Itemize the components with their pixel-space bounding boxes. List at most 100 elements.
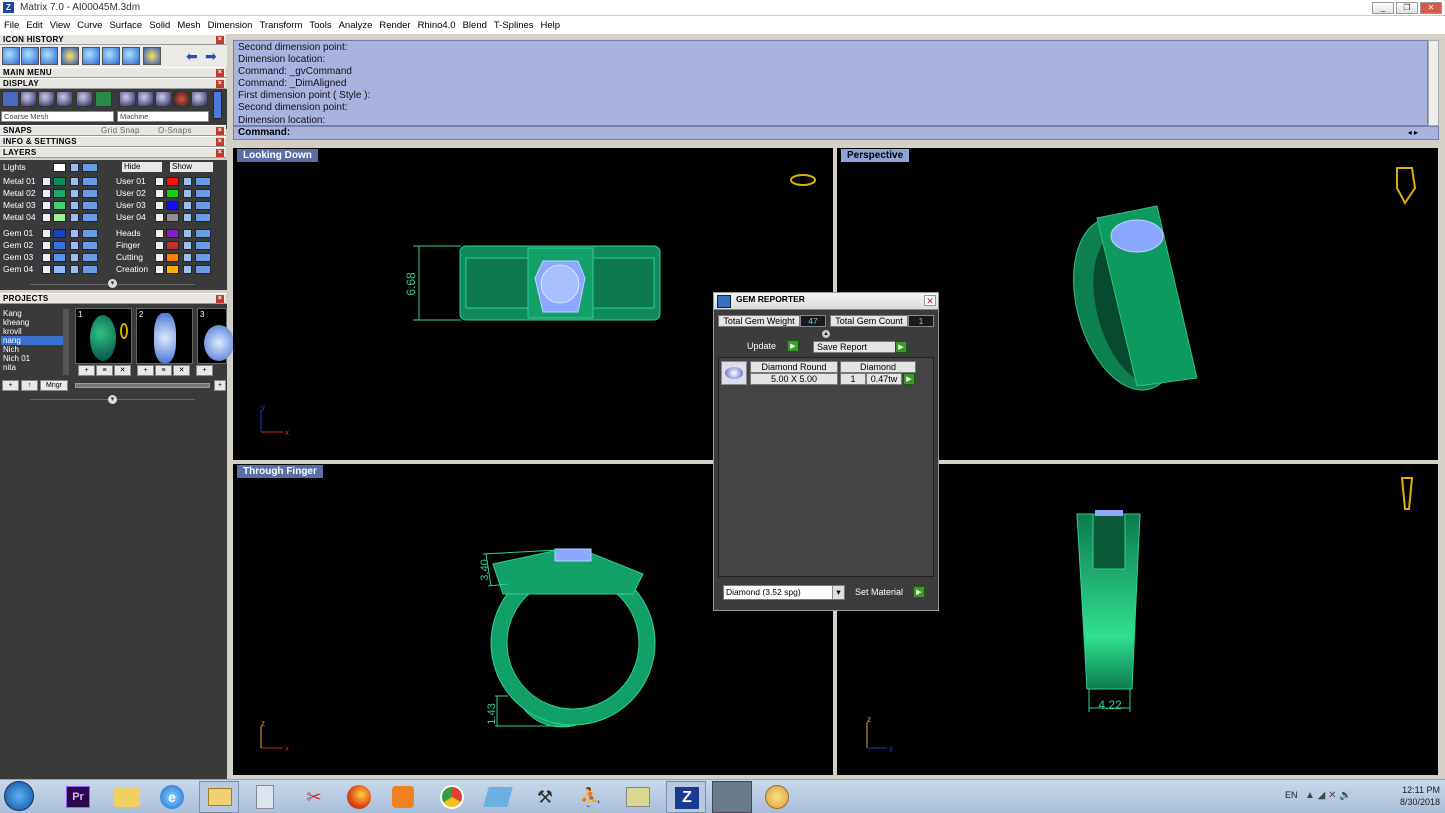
menu-analyze[interactable]: Analyze xyxy=(339,20,373,31)
left-layer-row[interactable]: Gem 04 xyxy=(0,264,112,275)
menu-tsplines[interactable]: T-Splines xyxy=(494,20,534,31)
menu-edit[interactable]: Edit xyxy=(26,20,42,31)
explorer-folder-icon[interactable] xyxy=(114,787,140,807)
left-layer-row[interactable]: Gem 02 xyxy=(0,240,112,251)
start-orb[interactable] xyxy=(4,781,34,811)
project-list-item[interactable]: Nich xyxy=(1,345,67,354)
menu-blend[interactable]: Blend xyxy=(463,20,487,31)
display-header[interactable]: DISPLAY × xyxy=(0,78,226,89)
visibility-icon[interactable] xyxy=(195,229,211,238)
layer-color-swatch[interactable] xyxy=(53,265,66,274)
thumb-add-button[interactable]: + xyxy=(78,365,95,376)
grid-snap-toggle[interactable]: Grid Snap xyxy=(101,126,140,136)
lock-icon[interactable] xyxy=(183,265,192,274)
lock-icon[interactable] xyxy=(70,189,79,198)
chevron-right-icon[interactable] xyxy=(42,201,51,210)
thumb-scrollbar[interactable] xyxy=(75,383,210,388)
left-layer-row[interactable]: Gem 01 xyxy=(0,228,112,239)
command-input[interactable]: Command: ◂ ▸ xyxy=(233,126,1439,140)
chevron-right-icon[interactable] xyxy=(42,265,51,274)
visibility-icon[interactable] xyxy=(195,241,211,250)
menu-view[interactable]: View xyxy=(50,20,70,31)
lock-icon[interactable] xyxy=(70,241,79,250)
tool-icon[interactable]: ⚒ xyxy=(533,785,557,809)
tool-icon-1[interactable] xyxy=(2,47,20,65)
language-indicator[interactable]: EN xyxy=(1285,790,1298,800)
icon-history-header[interactable]: ICON HISTORY × xyxy=(0,34,226,45)
menu-solid[interactable]: Solid xyxy=(149,20,170,31)
chevron-right-icon[interactable] xyxy=(42,229,51,238)
project-list-item[interactable]: nita xyxy=(1,363,67,372)
sphere-icon[interactable] xyxy=(56,91,73,107)
close-icon[interactable]: × xyxy=(216,69,224,77)
menu-render[interactable]: Render xyxy=(379,20,410,31)
visibility-icon[interactable] xyxy=(195,177,211,186)
gem-reporter-titlebar[interactable]: GEM REPORTER ✕ xyxy=(714,293,938,310)
left-layer-row[interactable]: Gem 03 xyxy=(0,252,112,263)
close-icon[interactable]: × xyxy=(216,295,224,303)
lock-icon[interactable] xyxy=(183,177,192,186)
visibility-icon[interactable] xyxy=(82,241,98,250)
layer-color-swatch[interactable] xyxy=(53,189,66,198)
material-sphere-4-icon[interactable] xyxy=(173,91,190,107)
layer-color-swatch[interactable] xyxy=(166,177,179,186)
calculator-icon[interactable] xyxy=(256,785,274,809)
chevron-right-icon[interactable] xyxy=(155,241,164,250)
thumb-delete-button[interactable]: ✕ xyxy=(173,365,190,376)
chevron-right-icon[interactable] xyxy=(155,189,164,198)
thumb-info-button[interactable]: ≡ xyxy=(155,365,172,376)
right-layer-row[interactable]: User 04 xyxy=(113,212,225,223)
projects-scrollbar[interactable] xyxy=(63,309,69,375)
chevron-right-icon[interactable] xyxy=(155,253,164,262)
tool-icon-3[interactable] xyxy=(40,47,58,65)
premiere-icon[interactable]: Pr xyxy=(66,786,90,808)
visibility-icon[interactable] xyxy=(195,201,211,210)
left-layer-row[interactable]: Metal 02 xyxy=(0,188,112,199)
lock-icon[interactable] xyxy=(183,229,192,238)
firefox-icon[interactable] xyxy=(347,785,371,809)
set-material-button[interactable]: Set Material ▶ xyxy=(852,586,925,599)
layer-color-swatch[interactable] xyxy=(166,189,179,198)
project-list-item[interactable]: Nich 01 xyxy=(1,354,67,363)
lock-icon[interactable] xyxy=(70,163,79,172)
chevron-right-icon[interactable] xyxy=(42,253,51,262)
menu-help[interactable]: Help xyxy=(541,20,561,31)
file-manager-icon[interactable] xyxy=(199,781,239,813)
right-layer-row[interactable]: Finger xyxy=(113,240,225,251)
chevron-right-icon[interactable] xyxy=(155,177,164,186)
visibility-icon[interactable] xyxy=(82,163,98,172)
matrix-icon[interactable]: Z xyxy=(666,781,706,813)
update-button[interactable]: Update ▶ xyxy=(744,340,799,353)
right-layer-row[interactable]: User 01 xyxy=(113,176,225,187)
gem-item-arrow-icon[interactable]: ▶ xyxy=(903,373,915,385)
main-menu-header[interactable]: MAIN MENU × xyxy=(0,67,226,78)
chevron-right-icon[interactable] xyxy=(42,213,51,222)
right-layer-row[interactable]: User 02 xyxy=(113,188,225,199)
project-list-item[interactable]: krovil xyxy=(1,327,67,336)
layer-color-swatch[interactable] xyxy=(166,213,179,222)
chevron-right-icon[interactable] xyxy=(155,265,164,274)
visibility-icon[interactable] xyxy=(195,213,211,222)
project-thumb-3[interactable]: 3 xyxy=(197,308,234,364)
visibility-icon[interactable] xyxy=(195,265,211,274)
layer-color-swatch[interactable] xyxy=(53,177,66,186)
zbrush-icon[interactable]: ⛹ xyxy=(579,785,603,809)
chevron-right-icon[interactable] xyxy=(155,229,164,238)
grid-icon[interactable] xyxy=(95,91,112,107)
projects-list[interactable]: Kang kheang krovil nang Nich Nich 01 nita xyxy=(1,309,67,377)
hide-button[interactable]: Hide xyxy=(122,162,162,172)
tool-icon-4[interactable] xyxy=(61,47,79,65)
close-icon[interactable]: × xyxy=(216,127,224,135)
lock-icon[interactable] xyxy=(183,201,192,210)
layer-color-swatch[interactable] xyxy=(53,241,66,250)
show-button[interactable]: Show xyxy=(170,162,213,172)
visibility-icon[interactable] xyxy=(195,189,211,198)
collapse-icon[interactable]: ▴ xyxy=(822,330,830,338)
close-icon[interactable]: × xyxy=(216,138,224,146)
command-scrollbar[interactable] xyxy=(1428,40,1439,126)
o-snaps-toggle[interactable]: O-Snaps xyxy=(158,126,192,136)
lock-icon[interactable] xyxy=(70,213,79,222)
layer-color-swatch[interactable] xyxy=(166,241,179,250)
lights-swatch[interactable] xyxy=(53,163,66,172)
lock-icon[interactable] xyxy=(70,177,79,186)
